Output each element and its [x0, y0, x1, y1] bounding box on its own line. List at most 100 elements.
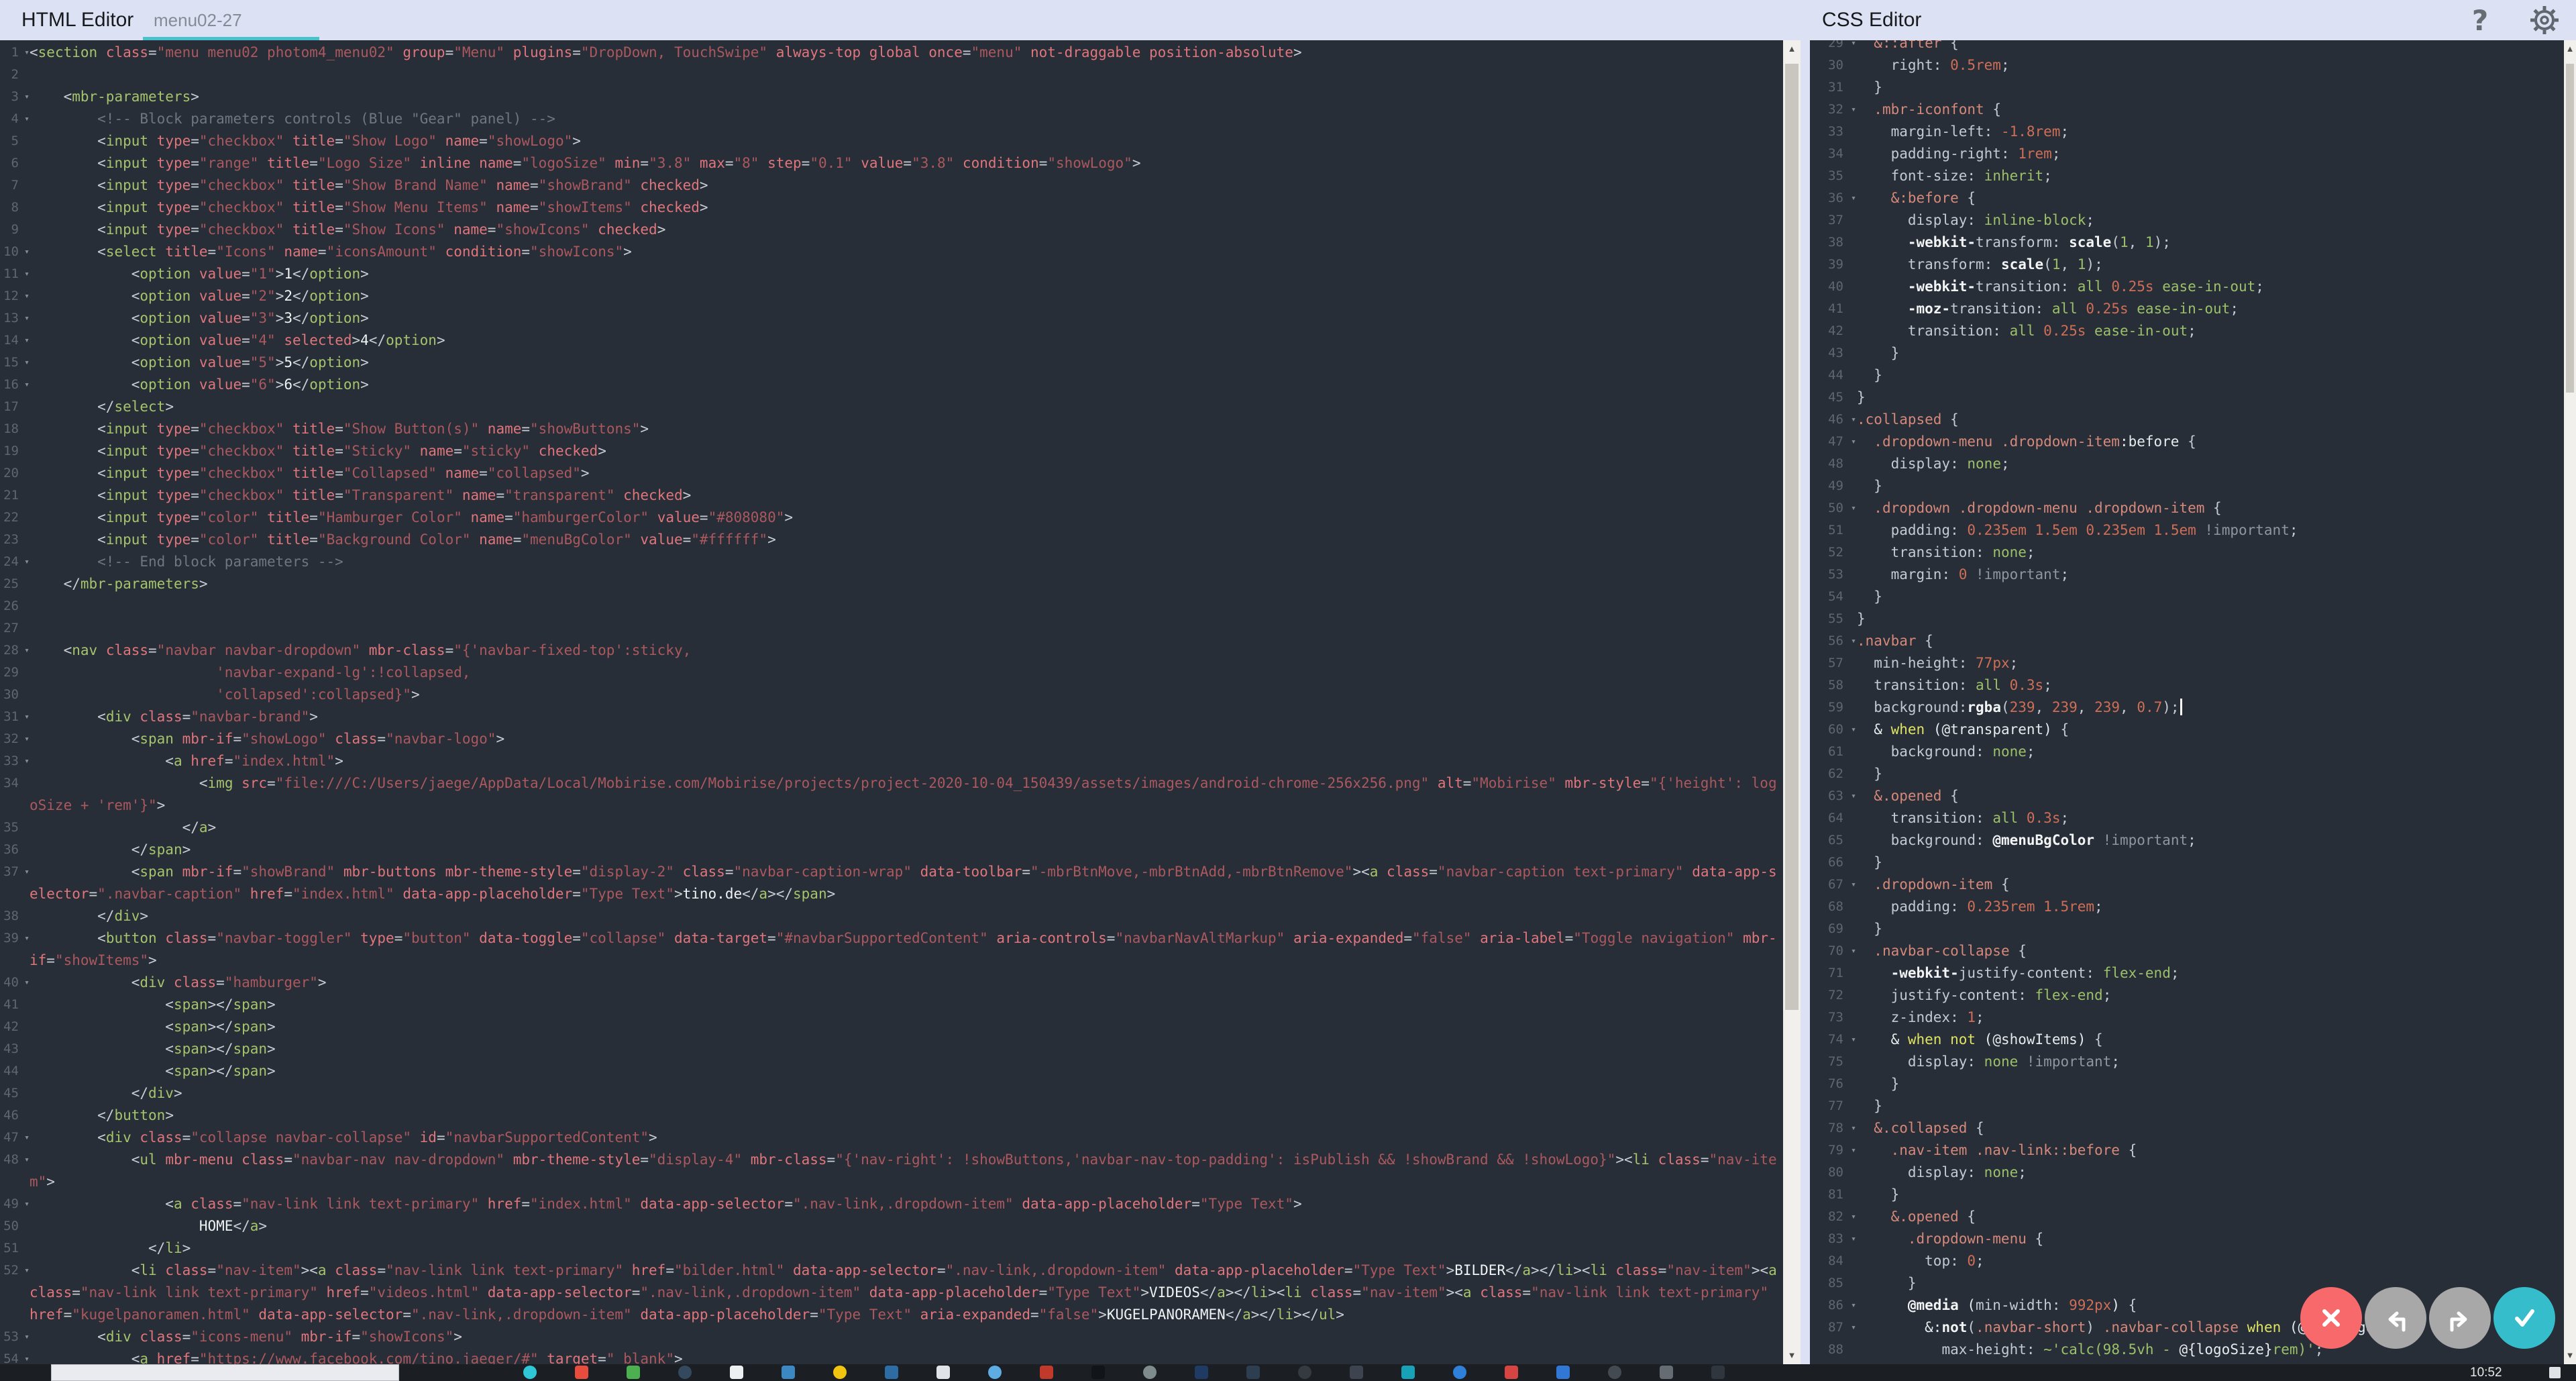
taskbar-app-icon[interactable] [1143, 1366, 1157, 1379]
code-line[interactable]: 63▾ &.opened { [1810, 785, 2564, 807]
code-line[interactable]: 45 </div> [0, 1082, 1783, 1105]
code-line[interactable]: 51 </li> [0, 1237, 1783, 1260]
code-line[interactable]: 40 -webkit-transition: all 0.25s ease-in… [1810, 276, 2564, 298]
fold-arrow-icon[interactable]: ▾ [1843, 1228, 1856, 1250]
code-line[interactable]: 37 display: inline-block; [1810, 209, 2564, 232]
taskbar-app-icon[interactable] [833, 1366, 847, 1379]
code-line[interactable]: 56▾.navbar { [1810, 630, 2564, 652]
code-line[interactable]: 54 } [1810, 586, 2564, 608]
fold-arrow-icon[interactable]: ▾ [19, 1193, 30, 1215]
windows-taskbar[interactable]: 10:52 [0, 1364, 2576, 1381]
taskbar-app-icon[interactable] [782, 1366, 795, 1379]
code-line[interactable]: 80 display: none; [1810, 1162, 2564, 1184]
code-line[interactable]: 7 <input type="checkbox" title="Show Bra… [0, 174, 1783, 197]
taskbar-app-icon[interactable] [1350, 1366, 1363, 1379]
code-line[interactable]: 66 } [1810, 852, 2564, 874]
fold-arrow-icon[interactable]: ▾ [1843, 409, 1856, 431]
scrollbar-thumb[interactable] [2566, 64, 2574, 393]
taskbar-app-icon[interactable] [627, 1366, 640, 1379]
code-line[interactable]: 54▾ <a href="https://www.facebook.com/ti… [0, 1348, 1783, 1364]
code-line[interactable]: 77 } [1810, 1095, 2564, 1117]
taskbar-app-icon[interactable] [1298, 1366, 1311, 1379]
scrollbar-thumb[interactable] [1785, 64, 1799, 1010]
fold-arrow-icon[interactable]: ▾ [1843, 1294, 1856, 1317]
fold-arrow-icon[interactable]: ▾ [19, 640, 30, 662]
fold-arrow-icon[interactable]: ▾ [19, 861, 30, 883]
code-line[interactable]: 41 -moz-transition: all 0.25s ease-in-ou… [1810, 298, 2564, 320]
fold-arrow-icon[interactable]: ▾ [1843, 497, 1856, 519]
fold-arrow-icon[interactable]: ▾ [1843, 630, 1856, 652]
fold-arrow-icon[interactable]: ▾ [19, 706, 30, 728]
tray-icon[interactable] [2549, 1367, 2561, 1378]
code-line[interactable]: 35 </a> [0, 817, 1783, 839]
taskbar-app-icon[interactable] [1453, 1366, 1466, 1379]
background-window-edge[interactable] [51, 1364, 399, 1381]
code-line[interactable]: 44 } [1810, 364, 2564, 387]
code-line[interactable]: 42 transition: all 0.25s ease-in-out; [1810, 320, 2564, 342]
code-line[interactable]: 3▾ <mbr-parameters> [0, 86, 1783, 108]
fold-arrow-icon[interactable]: ▾ [19, 263, 30, 285]
css-editor-scrollbar[interactable]: ▲ ▼ [2564, 40, 2576, 1364]
fold-arrow-icon[interactable]: ▾ [19, 374, 30, 396]
fold-arrow-icon[interactable]: ▾ [19, 1127, 30, 1149]
code-line[interactable]: 14▾ <option value="4" selected>4</option… [0, 329, 1783, 352]
code-line[interactable]: 8 <input type="checkbox" title="Show Men… [0, 197, 1783, 219]
fold-arrow-icon[interactable]: ▾ [19, 927, 30, 950]
code-line[interactable]: 31▾ <div class="navbar-brand"> [0, 706, 1783, 728]
code-line[interactable]: 48▾ <ul mbr-menu class="navbar-nav nav-d… [0, 1149, 1783, 1193]
fold-arrow-icon[interactable]: ▾ [1843, 1206, 1856, 1228]
gear-icon[interactable] [2529, 5, 2560, 36]
fold-arrow-icon[interactable]: ▾ [19, 285, 30, 307]
code-line[interactable]: 38 </div> [0, 905, 1783, 927]
fold-arrow-icon[interactable]: ▾ [19, 329, 30, 352]
code-line[interactable]: 53 margin: 0 !important; [1810, 564, 2564, 586]
code-line[interactable]: 82▾ &.opened { [1810, 1206, 2564, 1228]
code-line[interactable]: 36 </span> [0, 839, 1783, 861]
taskbar-app-icon[interactable] [1711, 1366, 1725, 1379]
code-line[interactable]: 73 z-index: 1; [1810, 1007, 2564, 1029]
code-line[interactable]: 32▾ <span mbr-if="showLogo" class="navba… [0, 728, 1783, 750]
html-code-editor[interactable]: 1▾<section class="menu menu02 photom4_me… [0, 40, 1783, 1364]
code-line[interactable]: 18 <input type="checkbox" title="Show Bu… [0, 418, 1783, 440]
code-line[interactable]: 61 background: none; [1810, 741, 2564, 763]
code-line[interactable]: 60▾ & when (@transparent) { [1810, 719, 2564, 741]
fold-arrow-icon[interactable]: ▾ [1843, 99, 1856, 121]
fold-arrow-icon[interactable]: ▾ [19, 1149, 30, 1171]
fold-arrow-icon[interactable]: ▾ [19, 551, 30, 573]
code-line[interactable]: 53▾ <div class="icons-menu" mbr-if="show… [0, 1326, 1783, 1348]
code-line[interactable]: 25 </mbr-parameters> [0, 573, 1783, 595]
fold-arrow-icon[interactable]: ▾ [1843, 1029, 1856, 1051]
code-line[interactable]: 83▾ .dropdown-menu { [1810, 1228, 2564, 1250]
code-line[interactable]: 10▾ <select title="Icons" name="iconsAmo… [0, 241, 1783, 263]
fold-arrow-icon[interactable]: ▾ [1843, 785, 1856, 807]
help-icon[interactable]: ? [2465, 5, 2496, 36]
code-line[interactable]: 33▾ <a href="index.html"> [0, 750, 1783, 772]
scroll-down-icon[interactable]: ▼ [2564, 1347, 2576, 1364]
fold-arrow-icon[interactable]: ▾ [1843, 1139, 1856, 1162]
code-line[interactable]: 47▾ <div class="collapse navbar-collapse… [0, 1127, 1783, 1149]
code-line[interactable]: 44 <span></span> [0, 1060, 1783, 1082]
taskbar-app-icon[interactable] [1401, 1366, 1415, 1379]
code-line[interactable]: 19 <input type="checkbox" title="Sticky"… [0, 440, 1783, 462]
apply-button[interactable] [2493, 1287, 2555, 1349]
code-line[interactable]: 64 transition: all 0.3s; [1810, 807, 2564, 829]
taskbar-app-icon[interactable] [1556, 1366, 1570, 1379]
code-line[interactable]: 23 <input type="color" title="Background… [0, 529, 1783, 551]
code-line[interactable]: 81 } [1810, 1184, 2564, 1206]
taskbar-app-icon[interactable] [936, 1366, 950, 1379]
code-line[interactable]: 42 <span></span> [0, 1016, 1783, 1038]
code-line[interactable]: 31 } [1810, 76, 2564, 99]
taskbar-app-icon[interactable] [1505, 1366, 1518, 1379]
code-line[interactable]: 33 margin-left: -1.8rem; [1810, 121, 2564, 143]
fold-arrow-icon[interactable]: ▾ [1843, 940, 1856, 962]
fold-arrow-icon[interactable]: ▾ [19, 972, 30, 994]
taskbar-clock[interactable]: 10:52 [2470, 1364, 2502, 1381]
code-line[interactable]: 57 min-height: 77px; [1810, 652, 2564, 674]
code-line[interactable]: 79▾ .nav-item .nav-link::before { [1810, 1139, 2564, 1162]
code-line[interactable]: 29▾ &::after { [1810, 40, 2564, 54]
taskbar-app-icon[interactable] [1246, 1366, 1260, 1379]
fold-arrow-icon[interactable]: ▾ [19, 352, 30, 374]
code-line[interactable]: 49▾ <a class="nav-link link text-primary… [0, 1193, 1783, 1215]
fold-arrow-icon[interactable]: ▾ [19, 42, 30, 64]
fold-arrow-icon[interactable]: ▾ [19, 1260, 30, 1282]
